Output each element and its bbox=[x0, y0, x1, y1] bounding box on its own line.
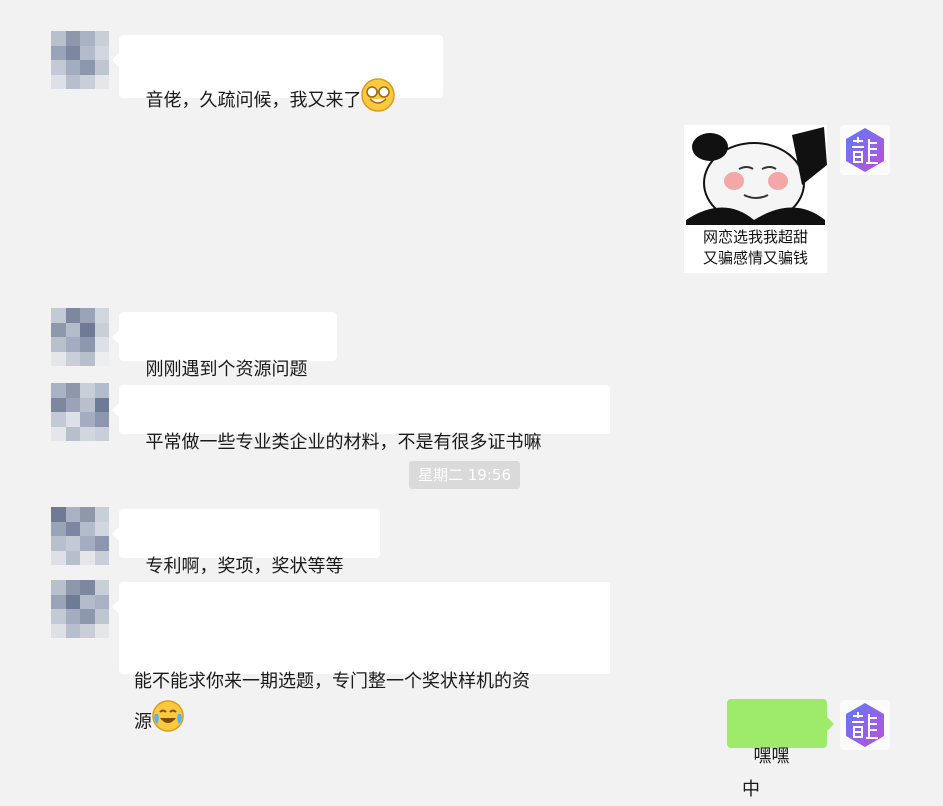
message-bubble[interactable]: 专利啊，奖项，奖状等等 bbox=[112, 509, 380, 577]
self-avatar[interactable] bbox=[840, 700, 890, 750]
contact-avatar[interactable] bbox=[51, 507, 109, 565]
contact-avatar[interactable] bbox=[51, 31, 109, 89]
message-bubble[interactable]: 音佬，久疏问候，我又来了 bbox=[112, 35, 443, 112]
self-avatar[interactable] bbox=[840, 125, 890, 175]
panda-meme-sticker[interactable]: 网恋选我我超甜 又骗感情又骗钱 bbox=[684, 125, 827, 273]
hexagon-logo-icon bbox=[846, 703, 884, 747]
timestamp-divider: 星期二 19:56 bbox=[409, 461, 520, 489]
message-text-line2: 源 bbox=[134, 711, 152, 733]
hexagon-logo-icon bbox=[846, 128, 884, 172]
sticker-caption-line1: 网恋选我我超甜 bbox=[702, 228, 808, 246]
message-bubble[interactable]: 平常做一些专业类企业的材料，不是有很多证书嘛 bbox=[112, 385, 610, 453]
contact-avatar[interactable] bbox=[51, 308, 109, 366]
contact-avatar[interactable] bbox=[51, 580, 109, 638]
grinning-glasses-emoji-icon bbox=[361, 78, 396, 124]
message-bubble[interactable]: 刚刚遇到个资源问题 bbox=[112, 312, 337, 380]
message-bubble[interactable]: 能不能求你来一期选题，专门整一个奖状样机的资源 bbox=[112, 582, 610, 733]
message-text: 音佬，久疏问候，我又来了 bbox=[145, 90, 362, 111]
message-text: 平常做一些专业类企业的材料，不是有很多证书嘛 bbox=[145, 432, 542, 453]
crying-laughing-emoji-icon bbox=[152, 700, 184, 745]
panda-face-image bbox=[686, 127, 827, 225]
message-text: 专利啊，奖项，奖状等等 bbox=[145, 556, 344, 577]
sticker-caption-line2: 又骗感情又骗钱 bbox=[702, 249, 808, 267]
message-text: 刚刚遇到个资源问题 bbox=[145, 359, 308, 380]
message-text: 嘿嘿 中 bbox=[742, 746, 796, 800]
contact-avatar[interactable] bbox=[51, 383, 109, 441]
message-bubble-self[interactable]: 嘿嘿 中 bbox=[727, 699, 834, 800]
message-text-line1: 能不能求你来一期选题，专门整一个奖状样机的资 bbox=[134, 671, 530, 692]
